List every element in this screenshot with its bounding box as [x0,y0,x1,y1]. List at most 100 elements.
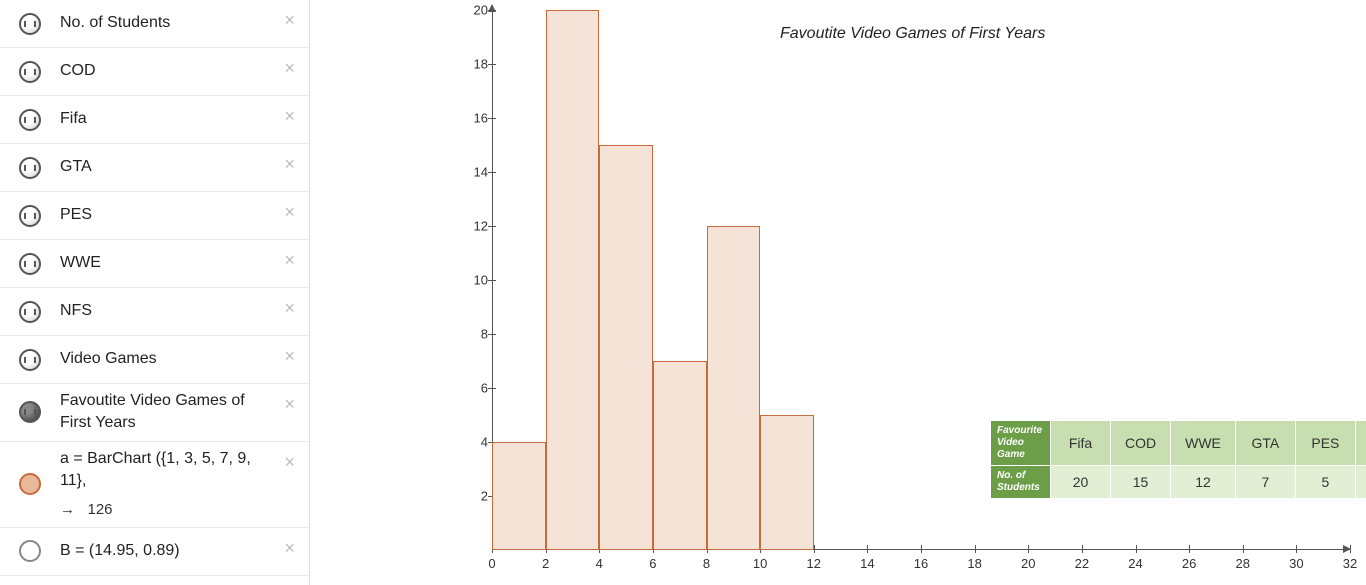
algebra-sidebar[interactable]: No. of Students×COD×Fifa×GTA×PES×WWE×NFS… [0,0,310,585]
x-tick-label: 4 [596,556,603,571]
x-tick [1136,545,1137,553]
visibility-toggle-icon[interactable] [0,61,60,83]
x-tick-label: 2 [542,556,549,571]
bar[interactable] [546,10,600,550]
y-tick [488,10,496,11]
delete-item-icon[interactable]: × [284,154,295,175]
delete-item-icon[interactable]: × [284,58,295,79]
x-tick-label: 16 [914,556,928,571]
delete-item-icon[interactable]: × [284,250,295,271]
table-cell: 20 [1051,466,1111,499]
algebra-item-label[interactable]: GTA [60,156,309,178]
visibility-toggle-icon[interactable] [0,13,60,35]
table-header-count: No. of Students [991,466,1051,499]
x-tick-label: 22 [1075,556,1089,571]
algebra-item-label[interactable]: Video Games [60,348,309,370]
algebra-item[interactable]: B = (14.95, 0.89)× [0,528,309,576]
y-tick [488,118,496,119]
visibility-toggle-icon[interactable] [0,540,60,562]
x-tick [975,545,976,553]
x-tick-label: 26 [1182,556,1196,571]
algebra-item-label[interactable]: Fifa [60,108,309,130]
x-tick-label: 28 [1236,556,1250,571]
algebra-item[interactable]: Fifa× [0,96,309,144]
algebra-item-label[interactable]: COD [60,60,309,82]
x-tick [814,545,815,553]
delete-item-icon[interactable]: × [284,394,295,415]
algebra-item[interactable]: No. of Students× [0,0,309,48]
x-tick-label: 10 [753,556,767,571]
visibility-toggle-icon[interactable] [0,205,60,227]
table-cell: 15 [1111,466,1171,499]
y-tick [488,172,496,173]
table-cell: PES [1295,421,1355,466]
bar[interactable] [492,442,546,550]
algebra-item-label[interactable]: a = BarChart ({1, 3, 5, 7, 9, 11},→ 126 [60,448,309,521]
algebra-item-label[interactable]: No. of Students [60,12,309,34]
visibility-toggle-icon[interactable] [0,109,60,131]
algebra-item[interactable]: COD× [0,48,309,96]
visibility-toggle-icon[interactable] [0,401,60,423]
algebra-item[interactable]: a = BarChart ({1, 3, 5, 7, 9, 11},→ 126× [0,442,309,528]
algebra-item[interactable]: PES× [0,192,309,240]
bar[interactable] [599,145,653,550]
y-tick-label: 8 [481,327,488,342]
algebra-item-label[interactable]: PES [60,204,309,226]
delete-item-icon[interactable]: × [284,106,295,127]
bar[interactable] [653,361,707,550]
y-tick [488,334,496,335]
table-cell: Fifa [1051,421,1111,466]
algebra-item-label[interactable]: NFS [60,300,309,322]
x-tick [1082,545,1083,553]
x-tick-label: 0 [488,556,495,571]
table-cell: COD [1111,421,1171,466]
y-tick-label: 2 [481,489,488,504]
algebra-item[interactable]: GTA× [0,144,309,192]
bar[interactable] [707,226,761,550]
x-tick-label: 12 [807,556,821,571]
x-tick [921,545,922,553]
y-tick-label: 6 [481,381,488,396]
x-tick-label: 20 [1021,556,1035,571]
delete-item-icon[interactable]: × [284,298,295,319]
y-tick-label: 12 [474,219,488,234]
graphics-view[interactable]: Favoutite Video Games of First Years 246… [310,0,1366,585]
visibility-toggle-icon[interactable] [0,473,60,495]
visibility-toggle-icon[interactable] [0,157,60,179]
y-tick [488,388,496,389]
delete-item-icon[interactable]: × [284,452,295,473]
delete-item-icon[interactable]: × [284,202,295,223]
delete-item-icon[interactable]: × [284,346,295,367]
x-tick [1296,545,1297,553]
x-tick-label: 6 [649,556,656,571]
delete-item-icon[interactable]: × [284,538,295,559]
x-tick-label: 24 [1128,556,1142,571]
x-tick [1028,545,1029,553]
y-tick-label: 16 [474,111,488,126]
bar[interactable] [760,415,814,550]
table-cell: NFS [1355,421,1366,466]
algebra-item-label[interactable]: WWE [60,252,309,274]
algebra-item[interactable]: Video Games× [0,336,309,384]
visibility-toggle-icon[interactable] [0,349,60,371]
x-tick-label: 14 [860,556,874,571]
y-tick-label: 20 [474,3,488,18]
algebra-item-label[interactable]: B = (14.95, 0.89) [60,540,309,562]
data-table: Favourite Video Game Fifa COD WWE GTA PE… [990,420,1366,499]
algebra-item[interactable]: NFS× [0,288,309,336]
x-tick [1189,545,1190,553]
table-cell: 12 [1171,466,1236,499]
y-tick [488,280,496,281]
algebra-item[interactable]: Favoutite Video Games of First Years× [0,384,309,442]
visibility-toggle-icon[interactable] [0,253,60,275]
algebra-item-output: → 126 [60,499,279,521]
table-cell: 7 [1235,466,1295,499]
x-tick-label: 32 [1343,556,1357,571]
y-tick-label: 10 [474,273,488,288]
y-tick-label: 14 [474,165,488,180]
delete-item-icon[interactable]: × [284,10,295,31]
algebra-item-label[interactable]: Favoutite Video Games of First Years [60,390,309,435]
algebra-item[interactable]: WWE× [0,240,309,288]
visibility-toggle-icon[interactable] [0,301,60,323]
x-tick [1350,545,1351,553]
